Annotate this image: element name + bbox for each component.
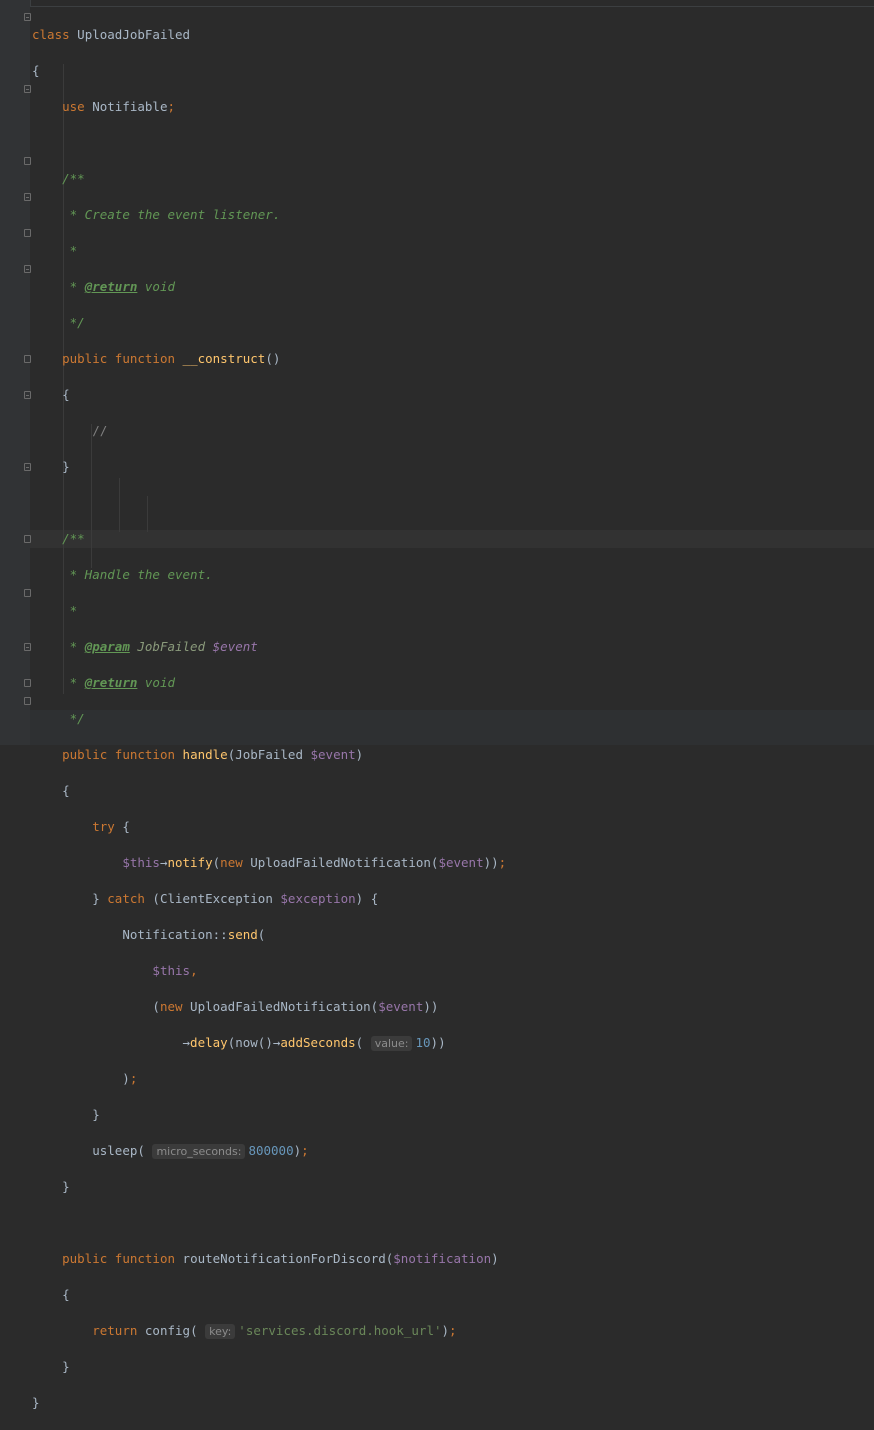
code-line: *: [62, 603, 78, 618]
fold-icon[interactable]: [24, 265, 31, 273]
editor-top-border: [30, 6, 874, 7]
code-line: class UploadJobFailed: [32, 27, 191, 42]
code-line: * Handle the event.: [62, 567, 213, 582]
fold-icon[interactable]: [24, 697, 31, 705]
code-line: $this,: [152, 963, 198, 978]
fold-icon[interactable]: [24, 643, 31, 651]
parameter-hint: value:: [370, 1036, 413, 1051]
fold-icon[interactable]: [24, 157, 31, 165]
code-line: * @return void: [62, 675, 176, 690]
fold-icon[interactable]: [24, 355, 31, 363]
code-line: public function __construct(): [62, 351, 281, 366]
code-line: →delay(now()→addSeconds( value: 10)): [182, 1035, 446, 1051]
code-listing[interactable]: class UploadJobFailed { use Notifiable; …: [32, 8, 506, 1430]
editor-gutter: [0, 0, 31, 745]
code-line: public function handle(JobFailed $event): [62, 747, 364, 762]
fold-icon[interactable]: [24, 85, 31, 93]
code-line: (new UploadFailedNotification($event)): [32, 999, 439, 1014]
fold-icon[interactable]: [24, 463, 31, 471]
code-line: {: [32, 1287, 70, 1302]
code-line: * @return void: [62, 279, 176, 294]
code-line: {: [32, 783, 70, 798]
code-line: * Create the event listener.: [62, 207, 281, 222]
code-line: {: [32, 63, 40, 78]
code-line: public function routeNotificationForDisc…: [62, 1251, 499, 1266]
code-line: try {: [92, 819, 130, 834]
code-line: }: [32, 1395, 40, 1410]
parameter-hint: key:: [205, 1324, 236, 1339]
code-line: }: [32, 1179, 70, 1194]
code-line: use Notifiable;: [62, 99, 176, 114]
code-line: }: [32, 1359, 70, 1374]
code-line: */: [62, 711, 85, 726]
code-line: /**: [62, 531, 85, 546]
code-line: usleep( micro_seconds: 800000);: [92, 1143, 309, 1159]
code-line: *: [62, 243, 78, 258]
fold-icon[interactable]: [24, 535, 31, 543]
code-line: );: [32, 1071, 138, 1086]
parameter-hint: micro_seconds:: [152, 1144, 246, 1159]
fold-icon[interactable]: [24, 391, 31, 399]
code-line: $this→notify(new UploadFailedNotificatio…: [122, 855, 507, 870]
code-line: return config( key:'services.discord.hoo…: [92, 1323, 457, 1339]
fold-icon[interactable]: [24, 229, 31, 237]
code-line: //: [92, 423, 108, 438]
fold-icon[interactable]: [24, 589, 31, 597]
code-line: * @param JobFailed $event: [62, 639, 258, 654]
code-line: Notification::send(: [122, 927, 266, 942]
fold-icon[interactable]: [24, 193, 31, 201]
code-line: }: [32, 1107, 100, 1122]
code-line: {: [32, 387, 70, 402]
code-line: } catch (ClientException $exception) {: [32, 891, 379, 906]
fold-icon[interactable]: [24, 13, 31, 21]
code-line: /**: [62, 171, 85, 186]
code-line: }: [32, 459, 70, 474]
code-line: */: [62, 315, 85, 330]
fold-icon[interactable]: [24, 679, 31, 687]
